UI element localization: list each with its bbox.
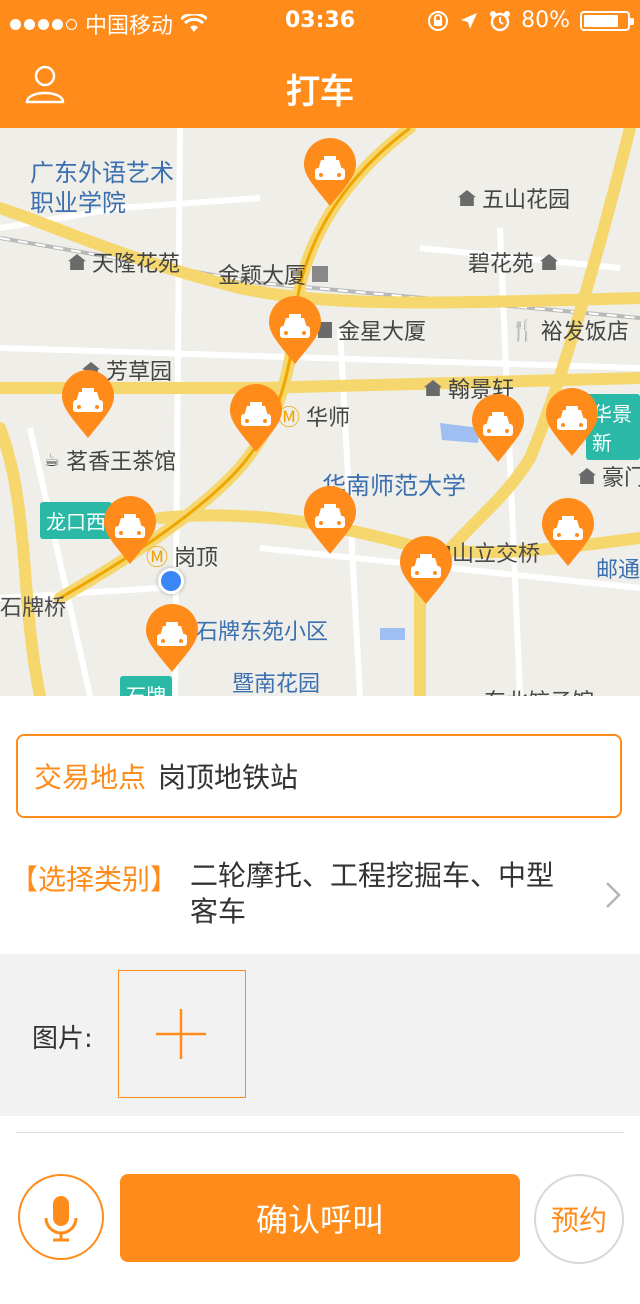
map-metro-longkou: 龙口西 <box>40 502 112 539</box>
category-value: 二轮摩托、工程挖掘车、中型客车 <box>190 859 555 928</box>
status-right: 80% <box>427 8 634 33</box>
category-label: 【选择类别】 <box>10 863 179 896</box>
battery-fill <box>584 14 618 27</box>
map-label-jinan: 暨南花园 <box>232 672 321 696</box>
battery-icon <box>580 10 634 31</box>
category-selector[interactable]: 【选择类别】 二轮摩托、工程挖掘车、中型客车 <box>0 848 640 948</box>
taxi-pin[interactable] <box>146 604 198 672</box>
map-poi-wushan: 五山花园 <box>458 182 570 214</box>
taxi-pin[interactable] <box>62 370 114 438</box>
map-poi-huashi: Ⓜ 华师 <box>278 406 351 431</box>
map-label-shipaidong: 石牌东苑小区 <box>196 620 329 645</box>
taxi-pin[interactable] <box>104 496 156 564</box>
transaction-location-field[interactable]: 交易地点 岗顶地铁站 <box>16 734 622 818</box>
confirm-call-button[interactable]: 确认呼叫 <box>120 1174 520 1262</box>
taxi-pin[interactable] <box>269 296 321 364</box>
add-photo-button[interactable] <box>118 970 246 1098</box>
current-location-dot <box>158 568 184 594</box>
chevron-right-icon <box>606 882 621 908</box>
map-label-school: 广东外语艺术 职业学院 <box>30 158 174 218</box>
map-poi-haomen: 豪门 <box>578 460 640 492</box>
photo-section: 图片: <box>0 954 640 1116</box>
map-label-school-line2: 职业学院 <box>30 189 126 217</box>
map-poi-mingxiang: ☕ 茗香王茶馆 <box>44 449 177 476</box>
map-poi-gangding: Ⓜ 岗顶 <box>146 546 219 571</box>
microphone-icon <box>44 1196 78 1242</box>
app-header: 中国移动 03:36 80% 打车 <box>0 0 640 128</box>
map-label-youtong: 邮通 <box>596 558 640 583</box>
address-value: 岗顶地铁站 <box>158 761 299 794</box>
map-metro-shipai: 石牌 <box>120 676 172 696</box>
taxi-pin[interactable] <box>400 536 452 604</box>
reserve-button[interactable]: 预约 <box>534 1174 624 1264</box>
divider <box>16 1132 624 1133</box>
map-poi-jinying: 金颖大厦 <box>218 258 329 290</box>
voice-input-button[interactable] <box>18 1174 104 1260</box>
map-label-shipaiqiao: 石牌桥 <box>0 596 67 621</box>
taxi-pin[interactable] <box>546 388 598 456</box>
map-poi-jinxing: 金星大厦 <box>318 314 426 346</box>
map-poi-tianlong: 天隆花苑 <box>68 246 180 278</box>
taxi-pin[interactable] <box>472 394 524 462</box>
map-view[interactable]: 广东外语艺术 职业学院 天隆花苑 金颖大厦 金星大厦 五山花园 碧花苑 🍴 裕发饭… <box>0 128 640 696</box>
map-label-school-line1: 广东外语艺术 <box>30 159 174 187</box>
status-bar: 中国移动 03:36 80% <box>0 0 640 40</box>
map-label-dongbei: 东北饺子馆 <box>484 684 594 696</box>
taxi-pin[interactable] <box>304 138 356 206</box>
rotation-lock-icon <box>428 10 449 31</box>
map-poi-bihua: 碧花苑 <box>468 246 559 278</box>
battery-percent: 80% <box>521 8 570 33</box>
address-label: 交易地点 <box>34 761 147 794</box>
map-poi-yufa: 🍴 裕发饭店 <box>510 318 629 345</box>
plus-icon <box>156 1009 206 1059</box>
location-arrow-icon <box>461 12 478 29</box>
taxi-pin[interactable] <box>304 486 356 554</box>
photo-label: 图片: <box>32 1024 93 1054</box>
taxi-pin[interactable] <box>542 498 594 566</box>
taxi-pin[interactable] <box>230 384 282 452</box>
alarm-icon <box>490 10 511 31</box>
page-title: 打车 <box>286 72 354 112</box>
